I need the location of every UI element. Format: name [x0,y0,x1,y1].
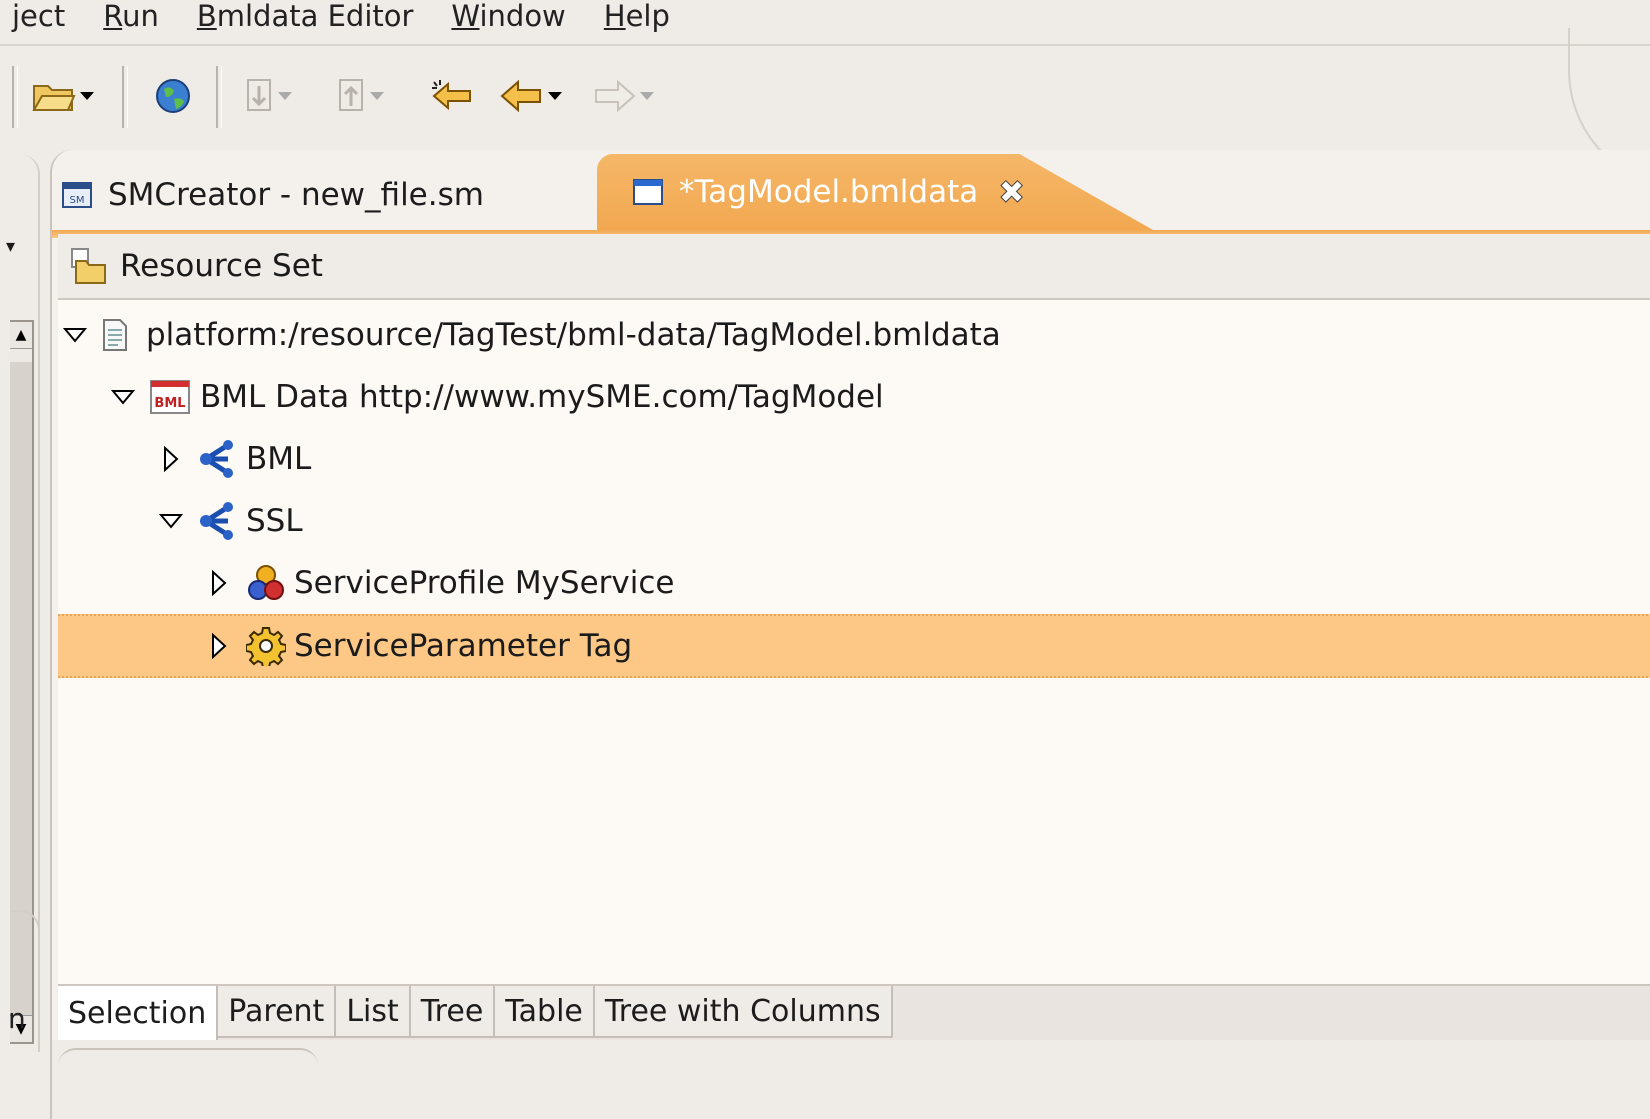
menu-help-label: elp [625,0,670,33]
resource-set-label: Resource Set [120,248,323,284]
tab-smcreator-label: SMCreator - new_file.sm [108,177,484,213]
menu-run[interactable]: Run [103,0,159,33]
svg-text:BML: BML [154,396,185,411]
expand-triangle-icon[interactable] [154,442,188,476]
editor-tabs: SM SMCreator - new_file.sm *TagModel.bml… [52,150,1650,238]
forward-arrow-icon [595,79,636,113]
menu-window-label: indow [479,0,566,33]
toolbar-separator [122,66,128,128]
bml-icon: BML [150,380,190,414]
tree-row[interactable]: platform:/resource/TagTest/bml-data/TagM… [58,304,1650,366]
lower-view-tab[interactable] [58,1048,318,1090]
tree-row[interactable]: SSL [58,490,1650,552]
tree-item-label: BML [246,441,312,477]
menu-run-label: un [122,0,159,33]
expand-triangle-icon[interactable] [202,629,236,663]
menu-help-mnemonic: H [603,0,626,33]
resource-tree: platform:/resource/TagTest/bml-data/TagM… [58,300,1650,996]
editor-area: SM SMCreator - new_file.sm *TagModel.bml… [50,150,1650,1119]
file-icon [103,319,127,351]
network-icon [200,440,233,478]
close-icon[interactable]: ✖ [998,173,1026,212]
open-folder-button[interactable] [32,68,94,124]
tree-row[interactable]: BML BML Data http://www.mySME.com/TagMod… [58,366,1650,428]
collapse-triangle-icon[interactable] [106,380,140,414]
tree-item-label: SSL [246,503,303,539]
toolbar-separator [216,66,222,128]
page-tab-tree-with-columns[interactable]: Tree with Columns [594,986,893,1038]
eclipse-window: ject Run Bmldata Editor Window Help ▾ ▲ … [0,0,1650,1119]
collapse-triangle-icon[interactable] [154,504,188,538]
expand-triangle-icon[interactable] [202,566,236,600]
tree-item-label: platform:/resource/TagTest/bml-data/TagM… [146,317,1001,353]
menu-bmldata-mnemonic: B [196,0,217,33]
network-icon [200,502,233,540]
toolbar-separator [12,66,18,128]
view-menu-chevron-icon[interactable]: ▾ [6,236,15,257]
menu-run-mnemonic: R [103,0,123,33]
menu-help[interactable]: Help [603,0,670,33]
menu-bmldata-editor[interactable]: Bmldata Editor [196,0,414,33]
scroll-up-button[interactable]: ▲ [10,322,32,349]
tree-item-label: ServiceParameter Tag [294,628,633,664]
last-edit-location-icon [432,80,471,111]
menu-window-mnemonic: W [451,0,480,33]
globe-button[interactable] [154,68,192,124]
svg-text:SM: SM [70,195,85,206]
tab-smcreator[interactable]: SM SMCreator - new_file.sm [62,160,622,230]
collapse-triangle-icon[interactable] [58,318,92,352]
menu-bar: ject Run Bmldata Editor Window Help [0,0,1650,46]
chevron-down-icon[interactable] [370,92,384,100]
toolbar [0,28,1650,190]
tree-item-label: BML Data http://www.mySME.com/TagModel [200,379,884,415]
bottom-border [52,1040,1650,1119]
menu-bmldata-label: mldata Editor [216,0,414,33]
page-tab-tree[interactable]: Tree [410,986,496,1038]
resource-set-header: Resource Set [58,234,1650,300]
menu-window[interactable]: Window [451,0,566,33]
previous-annotation-button[interactable] [336,68,384,124]
chevron-down-icon[interactable] [80,92,94,100]
chevron-down-icon[interactable] [548,92,562,100]
resource-set-folder-icon [71,248,106,284]
page-tab-parent[interactable]: Parent [218,986,337,1038]
left-view-label: n [8,1002,26,1035]
editor-page-tabs: Selection Parent List Tree Table Tree wi… [58,984,1650,1042]
tree-row-selected[interactable]: ServiceParameter Tag [58,614,1650,678]
chevron-down-icon[interactable] [278,92,292,100]
editor-window-icon [633,179,663,205]
tab-tagmodel-label: *TagModel.bmldata [679,174,979,210]
menu-project-label: ject [12,0,66,33]
tree-row[interactable]: BML [58,428,1650,490]
next-annotation-button[interactable] [244,68,292,124]
forward-button[interactable] [592,68,654,124]
globe-icon [156,79,190,113]
service-profile-icon [248,565,284,600]
chevron-down-icon[interactable] [640,92,654,100]
page-tab-list[interactable]: List [336,986,411,1038]
previous-annotation-icon [339,79,363,111]
gear-icon [246,627,286,666]
sm-file-icon: SM [62,182,92,208]
back-arrow-icon [500,79,541,113]
tree-item-label: ServiceProfile MyService [294,565,675,601]
left-view-strip: ▾ ▲ ▼ n [0,150,42,1119]
page-tab-selection[interactable]: Selection [58,986,219,1040]
tree-row[interactable]: ServiceProfile MyService [58,552,1650,614]
tab-tagmodel[interactable]: *TagModel.bmldata ✖ [597,154,1153,230]
page-tab-table[interactable]: Table [495,986,595,1038]
menu-project[interactable]: ject [12,0,66,33]
back-button[interactable] [500,68,562,124]
last-edit-location-button[interactable] [430,68,476,124]
open-folder-icon [32,85,76,111]
next-annotation-icon [247,79,271,111]
